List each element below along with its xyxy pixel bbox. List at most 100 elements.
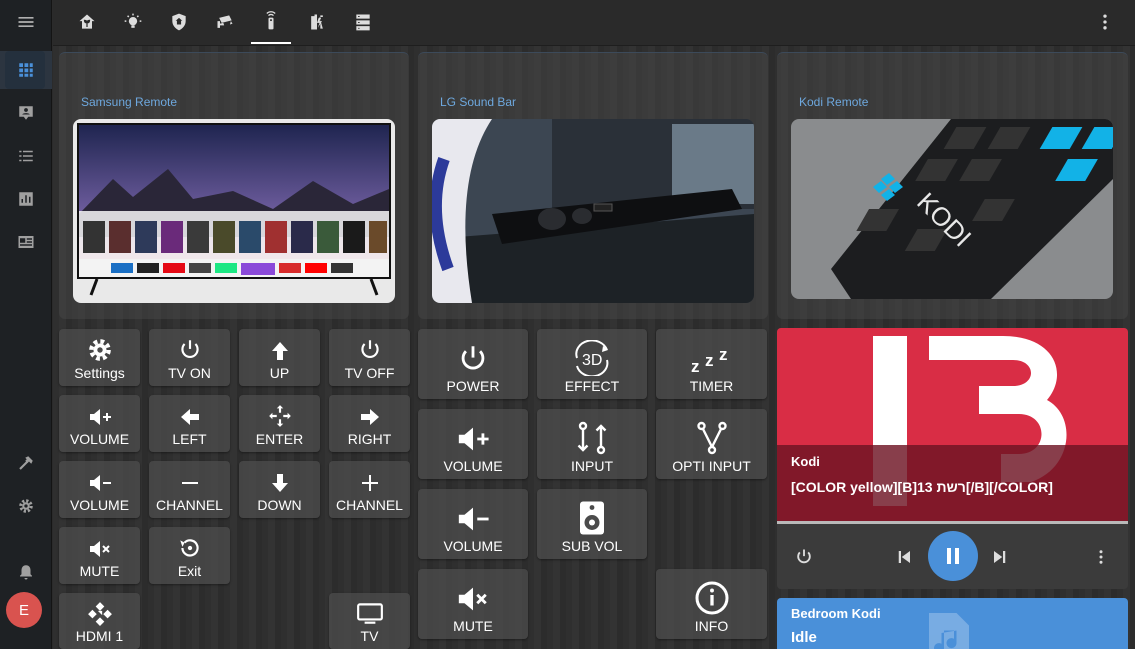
tv-on-button[interactable]: TV ON — [149, 329, 230, 386]
button-label: VOLUME — [443, 458, 503, 474]
cctv-icon — [217, 15, 233, 28]
skip-previous-icon — [898, 551, 910, 563]
power-icon — [360, 340, 379, 359]
volume-minus-icon — [458, 507, 489, 531]
skip-next-icon — [994, 551, 1006, 563]
svg-text:3D: 3D — [582, 352, 602, 369]
tab-home[interactable] — [67, 0, 107, 44]
input-button[interactable]: INPUT — [537, 409, 647, 479]
sidebar-item-overview[interactable] — [0, 51, 52, 89]
exit-button[interactable]: Exit — [149, 527, 230, 584]
button-label: HDMI 1 — [75, 628, 124, 644]
button-label: TV — [360, 628, 379, 644]
more-options-button[interactable] — [1088, 544, 1114, 570]
sidebar-item-history[interactable] — [0, 180, 52, 218]
button-label: Exit — [177, 563, 202, 579]
restore-icon — [179, 539, 199, 557]
media-player-name: Kodi — [791, 454, 820, 469]
volume-minus-icon — [89, 475, 111, 491]
swap-vertical-icon — [577, 421, 607, 455]
volume-down-button[interactable]: VOLUME — [59, 461, 140, 518]
button-label: TV ON — [168, 365, 211, 381]
tab-energy[interactable] — [297, 0, 337, 44]
svg-text:z: z — [691, 357, 700, 376]
svg-text:z: z — [719, 345, 728, 364]
tv-off-button[interactable]: TV OFF — [329, 329, 410, 386]
arrow-down-icon — [271, 474, 288, 492]
dots-vertical-icon — [1103, 14, 1107, 30]
media-player-name: Bedroom Kodi — [791, 606, 881, 621]
sidebar-item-settings[interactable] — [0, 487, 52, 525]
sidebar: E — [0, 0, 52, 649]
arrow-right-icon — [360, 409, 379, 425]
music-file-icon — [929, 613, 969, 649]
gear-icon — [19, 499, 33, 513]
menu-icon — [18, 17, 34, 27]
settings-button[interactable]: Settings — [59, 329, 140, 386]
channel-down-button[interactable]: CHANNEL — [149, 461, 230, 518]
left-button[interactable]: LEFT — [149, 395, 230, 452]
sidebar-item-developer-tools[interactable] — [0, 444, 52, 482]
volume-plus-icon — [458, 427, 489, 451]
home-plant-icon — [79, 14, 95, 29]
play-pause-button[interactable] — [928, 531, 978, 581]
power-button[interactable] — [791, 544, 817, 570]
power-button[interactable]: POWER — [418, 329, 528, 399]
button-label: CHANNEL — [156, 497, 223, 513]
plus-icon — [361, 475, 378, 491]
hdmi1-button[interactable]: HDMI 1 — [59, 593, 140, 649]
volume-up-button[interactable]: VOLUME — [418, 409, 528, 479]
channel-up-button[interactable]: CHANNEL — [329, 461, 410, 518]
newspaper-icon — [18, 236, 34, 248]
media-title: [COLOR yellow][B]13 רשת[/B][/COLOR] — [791, 479, 1053, 495]
mute-button[interactable]: MUTE — [418, 569, 528, 639]
tab-cameras[interactable] — [205, 0, 245, 44]
list-icon — [19, 150, 33, 162]
menu-button[interactable] — [0, 3, 52, 41]
television-icon — [356, 603, 383, 624]
bell-icon — [20, 565, 32, 580]
button-label: TV OFF — [344, 365, 395, 381]
sub-vol-button[interactable]: SUB VOL — [537, 489, 647, 559]
button-label: VOLUME — [443, 538, 503, 554]
sidebar-item-notifications[interactable] — [0, 553, 52, 591]
lg-soundbar-image — [432, 119, 754, 303]
down-button[interactable]: DOWN — [239, 461, 320, 518]
sidebar-item-profile[interactable] — [0, 94, 52, 132]
tab-security[interactable] — [159, 0, 199, 44]
card-title: LG Sound Bar — [440, 95, 517, 109]
mute-button[interactable]: MUTE — [59, 527, 140, 584]
tv-button[interactable]: TV — [329, 593, 410, 649]
info-button[interactable]: INFO — [656, 569, 767, 639]
kodi-box-image: KODI — [791, 119, 1113, 299]
button-label: UP — [269, 365, 290, 381]
volume-up-button[interactable]: VOLUME — [59, 395, 140, 452]
previous-track-button[interactable] — [891, 544, 917, 570]
enter-button[interactable]: ENTER — [239, 395, 320, 452]
avatar[interactable]: E — [6, 592, 42, 628]
tab-remotes[interactable] — [251, 0, 291, 44]
power-icon — [461, 346, 485, 370]
sidebar-item-map[interactable] — [0, 223, 52, 261]
tab-lights[interactable] — [113, 0, 153, 44]
volume-mute-icon — [89, 541, 110, 557]
timer-button[interactable]: zzz TIMER — [656, 329, 767, 399]
sidebar-item-logbook[interactable] — [0, 137, 52, 175]
effect-button[interactable]: 3D EFFECT — [537, 329, 647, 399]
next-track-button[interactable] — [987, 544, 1013, 570]
opti-input-button[interactable]: OPTI INPUT — [656, 409, 767, 479]
gear-icon — [88, 339, 111, 361]
overflow-menu-button[interactable] — [1085, 0, 1125, 44]
volume-mute-icon — [458, 587, 487, 611]
button-label: RIGHT — [347, 431, 392, 447]
volume-down-button[interactable]: VOLUME — [418, 489, 528, 559]
bedroom-kodi-card[interactable]: Bedroom Kodi Idle — [777, 598, 1128, 649]
kodi-icon — [87, 602, 112, 626]
right-button[interactable]: RIGHT — [329, 395, 410, 452]
button-label: MUTE — [453, 618, 493, 634]
kodi-remote-card: Kodi Remote KODI — [777, 52, 1128, 319]
media-controls — [777, 524, 1128, 589]
up-button[interactable]: UP — [239, 329, 320, 386]
tab-system[interactable] — [343, 0, 383, 44]
button-label: CHANNEL — [336, 497, 403, 513]
